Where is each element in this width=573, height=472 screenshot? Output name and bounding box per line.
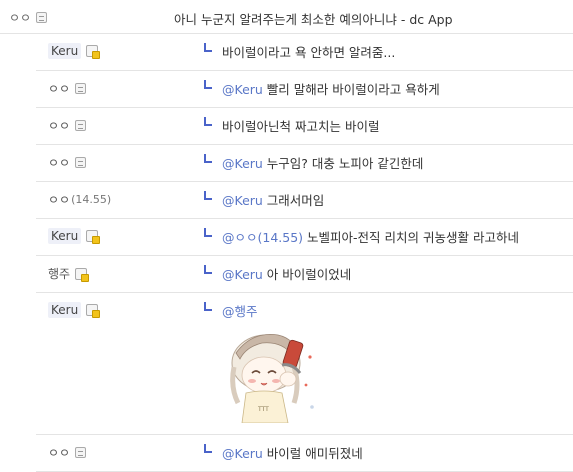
post-row: ㅇㅇ 아니 누군지 알려주는게 최소한 예의아니냐 - dc App <box>0 0 573 34</box>
comment-text: @Keru 그래서머임 <box>222 190 324 209</box>
reply-arrow-icon <box>204 43 212 52</box>
comment-row: ㅇㅇ 바이럴아닌척 짜고치는 바이럴 <box>36 108 573 145</box>
comment-nick[interactable]: 행주 <box>48 265 90 282</box>
comment-list: Keru 바이럴이라고 욕 안하면 알려줌... ㅇㅇ @Keru 빨리 말해라… <box>36 34 573 472</box>
comment-body: 그래서머임 <box>262 193 325 208</box>
reply-arrow-icon <box>204 444 212 453</box>
fixed-nick[interactable]: Keru <box>48 43 82 59</box>
anon-nick[interactable]: ㅇㅇ <box>48 191 70 208</box>
comment-row: ㅇㅇ (14.55) @Keru 그래서머임 <box>36 182 573 219</box>
comment-body: 아 바이럴이었네 <box>262 267 352 282</box>
anon-nick[interactable]: ㅇㅇ <box>48 154 70 171</box>
post-nick: ㅇㅇ <box>9 9 48 26</box>
post-nick-text: ㅇㅇ <box>9 11 32 25</box>
comment-nick[interactable]: ㅇㅇ (14.55) <box>48 191 111 208</box>
comment-text: @Keru 누구임? 대충 노피아 같긴한데 <box>222 153 423 172</box>
phone-icon <box>36 12 48 23</box>
comment-row: ㅇㅇ @Keru 누구임? 대충 노피아 같긴한데 <box>36 145 573 182</box>
comment-body: 바이럴아닌척 짜고치는 바이럴 <box>222 119 380 134</box>
comment-nick[interactable]: ㅇㅇ <box>48 80 87 97</box>
reply-arrow-icon <box>204 80 212 89</box>
mention[interactable]: @Keru <box>222 446 263 461</box>
mention[interactable]: @Keru <box>222 193 263 208</box>
reply-arrow-icon <box>204 265 212 274</box>
anon-nick[interactable]: ㅇㅇ <box>48 80 70 97</box>
phone-icon <box>75 83 87 94</box>
post-title[interactable]: 아니 누군지 알려주는게 최소한 예의아니냐 - dc App <box>174 9 453 28</box>
comment-body: 누구임? 대충 노피아 같긴한데 <box>262 156 424 171</box>
reply-arrow-icon <box>204 154 212 163</box>
comment-nick[interactable]: ㅇㅇ <box>48 117 87 134</box>
mention[interactable]: @행주 <box>222 304 258 319</box>
comment-row: Keru 바이럴이라고 욕 안하면 알려줌... <box>36 34 573 71</box>
comment-nick[interactable]: ㅇㅇ <box>48 154 87 171</box>
mention[interactable]: @Keru <box>222 82 263 97</box>
comment-body: 바이럴 애미뒤졌네 <box>262 446 363 461</box>
lock-icon <box>86 230 101 244</box>
fixed-nick[interactable]: Keru <box>48 302 82 318</box>
phone-icon <box>75 447 87 458</box>
reply-arrow-icon <box>204 228 212 237</box>
fixed-nick[interactable]: Keru <box>48 228 82 244</box>
mention[interactable]: @ㅇㅇ(14.55) <box>222 230 303 245</box>
anon-nick[interactable]: ㅇㅇ <box>48 117 70 134</box>
comment-text: 바이럴아닌척 짜고치는 바이럴 <box>222 116 379 135</box>
lock-icon <box>86 304 101 318</box>
reply-arrow-icon <box>204 302 212 311</box>
comment-text: @Keru 아 바이럴이었네 <box>222 264 351 283</box>
mention[interactable]: @Keru <box>222 267 263 282</box>
comment-nick[interactable]: Keru <box>48 228 101 244</box>
comment-nick[interactable]: Keru <box>48 302 101 318</box>
comment-text: @Keru 바이럴 애미뒤졌네 <box>222 443 363 462</box>
phone-icon <box>75 120 87 131</box>
member-nick[interactable]: 행주 <box>48 265 70 282</box>
svg-text:TTT: TTT <box>257 406 269 413</box>
ip-label: (14.55) <box>71 193 112 206</box>
reply-arrow-icon <box>204 117 212 126</box>
dccon-sticker-image[interactable]: TTT <box>222 323 322 423</box>
comment-row: ㅇㅇ @Keru 바이럴 애미뒤졌네 <box>36 435 573 472</box>
comment-body: 노벨피아-전직 리치의 귀농생활 라고하네 <box>303 230 519 245</box>
comment-text: @행주 <box>222 301 258 320</box>
comment-text: @Keru 빨리 말해라 바이럴이라고 욕하게 <box>222 79 440 98</box>
comment-row: Keru @행주 TTT <box>36 293 573 435</box>
comment-text: @ㅇㅇ(14.55) 노벨피아-전직 리치의 귀농생활 라고하네 <box>222 227 519 246</box>
lock-icon <box>86 45 101 59</box>
lock-icon <box>75 267 90 282</box>
comment-nick[interactable]: ㅇㅇ <box>48 444 87 461</box>
reply-arrow-icon <box>204 191 212 200</box>
comment-nick[interactable]: Keru <box>48 43 101 59</box>
comment-text: 바이럴이라고 욕 안하면 알려줌... <box>222 42 395 61</box>
comment-row: 행주 @Keru 아 바이럴이었네 <box>36 256 573 293</box>
comment-row: ㅇㅇ @Keru 빨리 말해라 바이럴이라고 욕하게 <box>36 71 573 108</box>
comment-body: 바이럴이라고 욕 안하면 알려줌... <box>222 45 396 60</box>
phone-icon <box>75 157 87 168</box>
comment-row: Keru @ㅇㅇ(14.55) 노벨피아-전직 리치의 귀농생활 라고하네 <box>36 219 573 256</box>
anon-nick[interactable]: ㅇㅇ <box>48 444 70 461</box>
mention[interactable]: @Keru <box>222 156 263 171</box>
comment-body: 빨리 말해라 바이럴이라고 욕하게 <box>262 82 440 97</box>
